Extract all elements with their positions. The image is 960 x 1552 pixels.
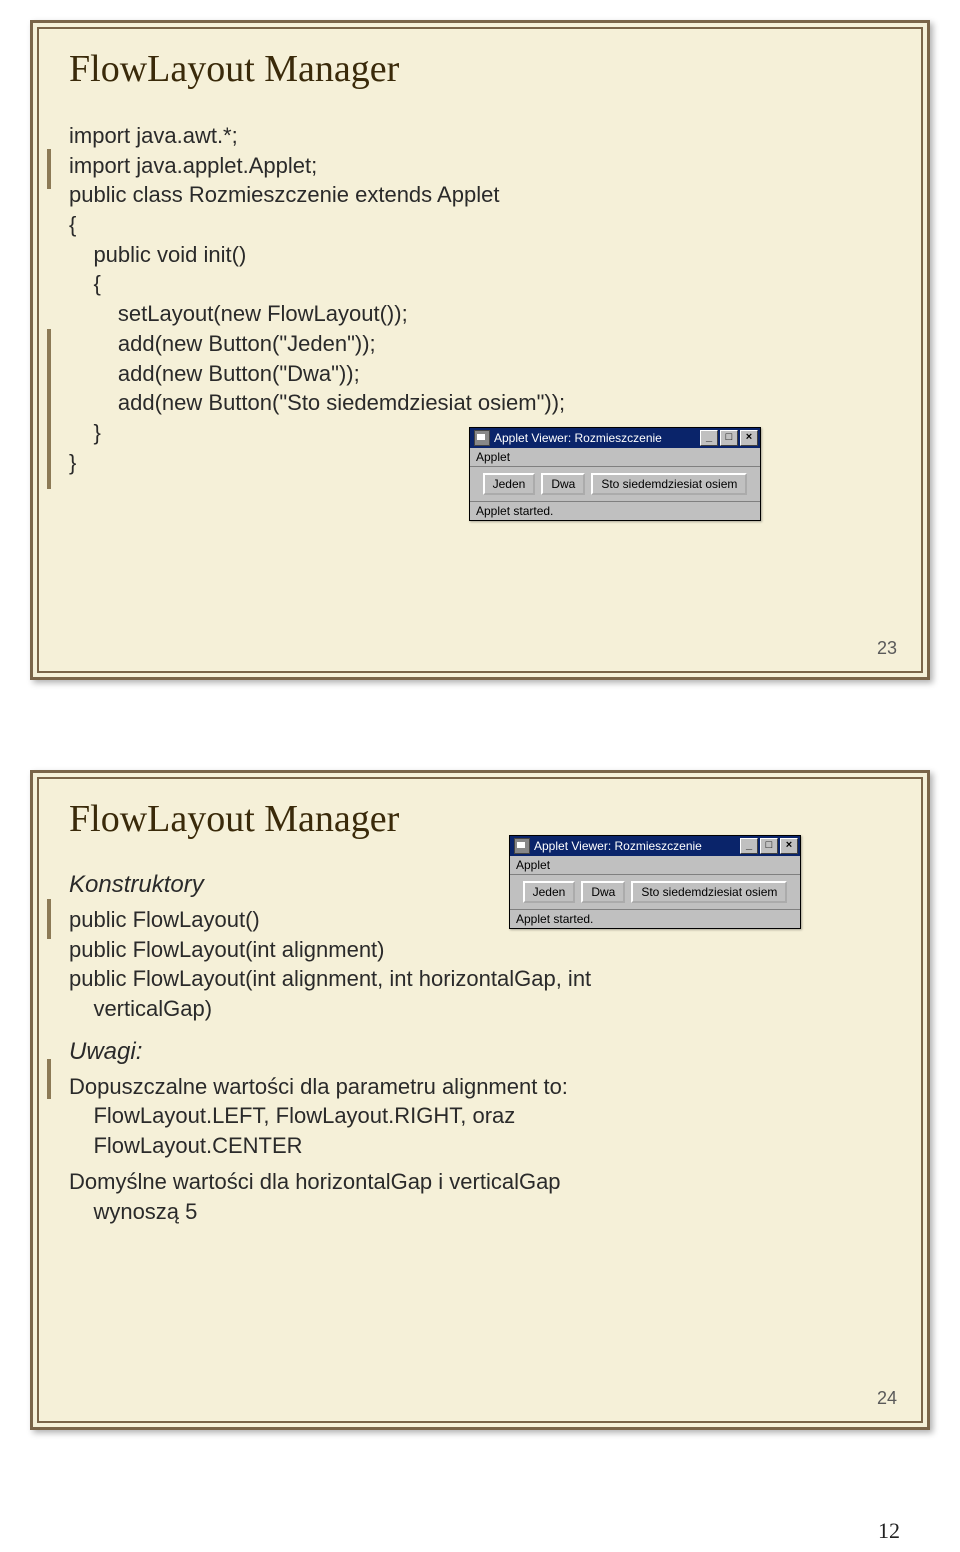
page-number: 12 bbox=[0, 1500, 960, 1552]
button-sto[interactable]: Sto siedemdziesiat osiem bbox=[591, 473, 747, 495]
close-button[interactable]: × bbox=[780, 838, 798, 854]
constructor-3: public FlowLayout(int alignment, int hor… bbox=[69, 964, 891, 1023]
applet-viewer-window: Applet Viewer: Rozmieszczenie _ □ × Appl… bbox=[509, 835, 801, 929]
button-jeden[interactable]: Jeden bbox=[483, 473, 536, 495]
applet-body: Jeden Dwa Sto siedemdziesiat osiem bbox=[470, 467, 760, 501]
menu-applet[interactable]: Applet bbox=[516, 858, 550, 872]
slide-2: FlowLayout Manager Applet Viewer: Rozmie… bbox=[0, 750, 960, 1500]
decorative-line bbox=[47, 149, 51, 189]
java-cup-icon bbox=[474, 430, 490, 446]
slide-inner-frame: FlowLayout Manager Applet Viewer: Rozmie… bbox=[37, 777, 923, 1423]
window-title: Applet Viewer: Rozmieszczenie bbox=[494, 431, 662, 445]
menu-bar: Applet bbox=[510, 856, 800, 875]
slide-inner-frame: FlowLayout Manager import java.awt.*; im… bbox=[37, 27, 923, 673]
window-titlebar: Applet Viewer: Rozmieszczenie _ □ × bbox=[510, 836, 800, 856]
minimize-button[interactable]: _ bbox=[740, 838, 758, 854]
slide-number: 24 bbox=[877, 1388, 897, 1409]
maximize-button[interactable]: □ bbox=[760, 838, 778, 854]
menu-applet[interactable]: Applet bbox=[476, 450, 510, 464]
java-cup-icon bbox=[514, 838, 530, 854]
maximize-button[interactable]: □ bbox=[720, 430, 738, 446]
note-2: Domyślne wartości dla horizontalGap i ve… bbox=[69, 1167, 891, 1226]
slide-number: 23 bbox=[877, 638, 897, 659]
code-block: import java.awt.*; import java.applet.Ap… bbox=[69, 121, 891, 477]
window-titlebar: Applet Viewer: Rozmieszczenie _ □ × bbox=[470, 428, 760, 448]
slide-outer-frame: FlowLayout Manager import java.awt.*; im… bbox=[30, 20, 930, 680]
status-bar: Applet started. bbox=[470, 501, 760, 520]
status-bar: Applet started. bbox=[510, 909, 800, 928]
decorative-line bbox=[47, 329, 51, 489]
slide-outer-frame: FlowLayout Manager Applet Viewer: Rozmie… bbox=[30, 770, 930, 1430]
menu-bar: Applet bbox=[470, 448, 760, 467]
constructor-2: public FlowLayout(int alignment) bbox=[69, 935, 891, 965]
applet-viewer-window: Applet Viewer: Rozmieszczenie _ □ × Appl… bbox=[469, 427, 761, 521]
button-sto[interactable]: Sto siedemdziesiat osiem bbox=[631, 881, 787, 903]
window-title: Applet Viewer: Rozmieszczenie bbox=[534, 839, 702, 853]
note-1: Dopuszczalne wartości dla parametru alig… bbox=[69, 1072, 891, 1161]
button-jeden[interactable]: Jeden bbox=[523, 881, 576, 903]
applet-body: Jeden Dwa Sto siedemdziesiat osiem bbox=[510, 875, 800, 909]
button-dwa[interactable]: Dwa bbox=[541, 473, 585, 495]
slide-title: FlowLayout Manager bbox=[69, 47, 891, 91]
close-button[interactable]: × bbox=[740, 430, 758, 446]
minimize-button[interactable]: _ bbox=[700, 430, 718, 446]
decorative-line bbox=[47, 899, 51, 939]
slide-1: FlowLayout Manager import java.awt.*; im… bbox=[0, 0, 960, 750]
section-heading: Uwagi: bbox=[69, 1038, 891, 1066]
button-dwa[interactable]: Dwa bbox=[581, 881, 625, 903]
decorative-line bbox=[47, 1059, 51, 1099]
